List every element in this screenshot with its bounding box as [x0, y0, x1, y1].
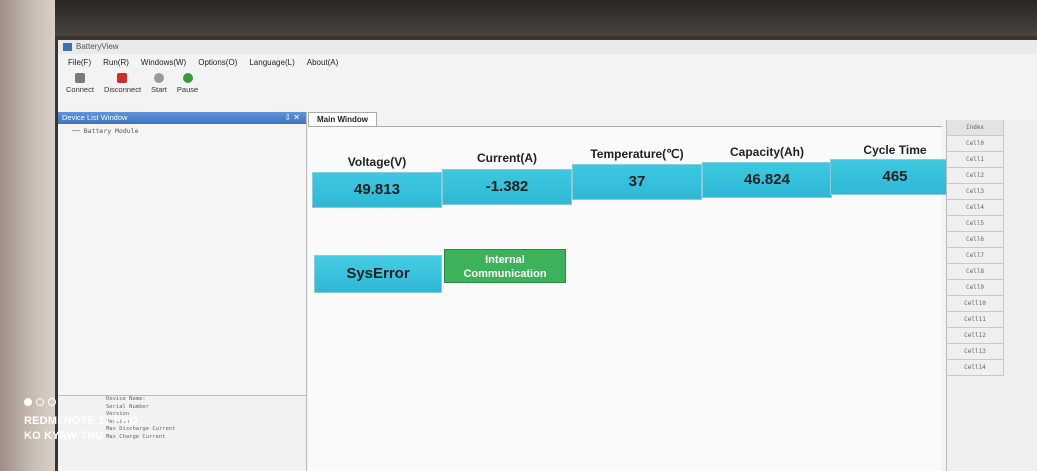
menu-language[interactable]: Language(L): [249, 56, 294, 70]
connect-label: Connect: [66, 85, 94, 94]
table-row: Cell13: [947, 344, 1004, 360]
cycle-time-value: 465: [830, 159, 960, 195]
table-row: Cell6: [947, 232, 1004, 248]
dot-icon: [24, 398, 32, 406]
connect-button[interactable]: Connect: [66, 73, 94, 103]
current-value: -1.382: [442, 169, 572, 205]
start-label: Start: [151, 85, 167, 94]
table-row: Cell5: [947, 216, 1004, 232]
device-list-title: Device List Window: [62, 113, 128, 122]
menu-windows[interactable]: Windows(W): [141, 56, 186, 70]
comm-line-1: Internal: [485, 254, 525, 266]
comm-line-2: Communication: [463, 268, 547, 280]
menu-file[interactable]: File(F): [68, 56, 91, 70]
dot-icon: [36, 398, 44, 406]
app-title: BatteryView: [76, 42, 119, 51]
table-row: Cell8: [947, 264, 1004, 280]
tree-item-label: Battery Module: [83, 127, 139, 135]
disconnect-button[interactable]: Disconnect: [104, 73, 141, 103]
voltage-label: Voltage(V): [347, 155, 407, 169]
cell-table: Index Cell0 Cell1 Cell2 Cell3 Cell4 Cell…: [946, 120, 1037, 471]
menu-run[interactable]: Run(R): [103, 56, 129, 70]
watermark-author: KO KYAW THU: [24, 430, 104, 442]
cycle-time-label: Cycle Time: [863, 143, 927, 157]
tree-item-battery-module[interactable]: ── Battery Module: [72, 127, 306, 135]
app-window: BatteryView File(F) Run(R) Windows(W) Op…: [58, 40, 1037, 471]
pin-close-icon[interactable]: ⇩ ✕: [284, 112, 300, 124]
start-icon: [153, 73, 164, 83]
table-row: Cell2: [947, 168, 1004, 184]
current-label: Current(A): [477, 151, 537, 165]
disconnect-label: Disconnect: [103, 85, 142, 94]
dot-icon: [48, 398, 56, 406]
sys-error-indicator: SysError: [314, 255, 442, 293]
menu-options[interactable]: Options(O): [198, 56, 237, 70]
internal-communication-indicator: Internal Communication: [444, 249, 566, 283]
watermark-device: REDMI NOTE 11 PRO: [24, 415, 139, 427]
table-row: Cell3: [947, 184, 1004, 200]
cell-table-header: Index: [947, 120, 1004, 136]
table-row: Cell1: [947, 152, 1004, 168]
table-row: Cell10: [947, 296, 1004, 312]
table-row: Cell4: [947, 200, 1004, 216]
table-row: Cell7: [947, 248, 1004, 264]
device-list-header: Device List Window ⇩ ✕: [58, 112, 306, 124]
table-row: Cell0: [947, 136, 1004, 152]
start-button[interactable]: Start: [151, 73, 167, 103]
watermark-dots: [24, 398, 138, 406]
table-row: Cell11: [947, 312, 1004, 328]
temperature-value: 37: [572, 164, 702, 200]
toolbar: Connect Disconnect Start Pause: [66, 73, 198, 103]
screen-bezel-top: [0, 0, 1037, 36]
battery-app-icon: [63, 43, 72, 51]
temperature-label: Temperature(℃): [590, 147, 684, 161]
title-bar: BatteryView: [58, 40, 1037, 54]
table-row: Cell14: [947, 360, 1004, 376]
pause-icon: [182, 73, 193, 83]
voltage-value: 49.813: [312, 172, 442, 208]
menu-about[interactable]: About(A): [307, 56, 339, 70]
table-row: Cell12: [947, 328, 1004, 344]
main-window: Voltage(V) Current(A) Temperature(℃) Cap…: [308, 126, 960, 471]
disconnect-icon: [117, 73, 128, 83]
capacity-value: 46.824: [702, 162, 832, 198]
pause-label: Pause: [176, 85, 199, 94]
connect-icon: [74, 73, 85, 83]
pause-button[interactable]: Pause: [177, 73, 198, 103]
menu-bar: File(F) Run(R) Windows(W) Options(O) Lan…: [68, 56, 338, 70]
table-row: Cell9: [947, 280, 1004, 296]
tab-main-window[interactable]: Main Window: [308, 112, 378, 127]
camera-watermark: REDMI NOTE 11 PRO KO KYAW THU: [24, 398, 138, 444]
capacity-label: Capacity(Ah): [729, 145, 804, 159]
